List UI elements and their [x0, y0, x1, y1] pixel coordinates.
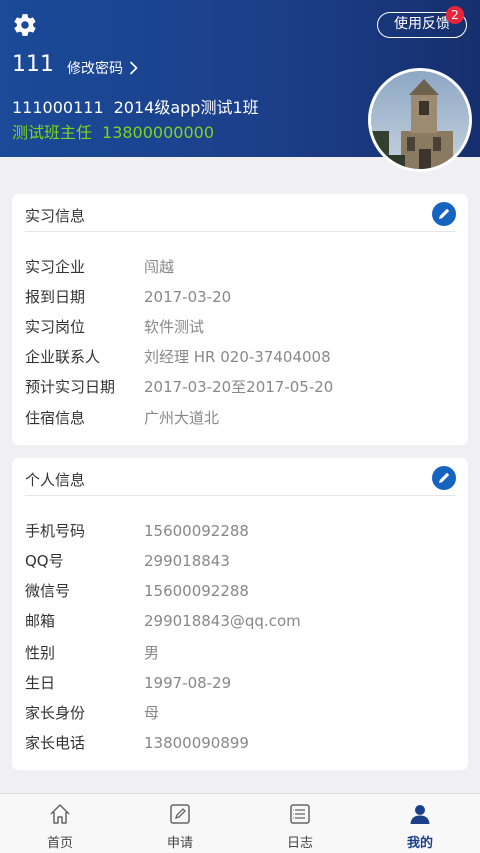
row-label: 实习企业 [25, 258, 86, 276]
edit-internship-button[interactable] [432, 202, 456, 226]
edit-personal-button[interactable] [432, 466, 456, 490]
card-title: 个人信息 [25, 471, 86, 489]
internship-info-card: 实习信息 实习企业 闯越 报到日期 2017-03-20 实习岗位 软件测试 企… [12, 194, 468, 445]
profile-header: 使用反馈 2 111 修改密码 111000111 2014级app测试1班 测试… [0, 0, 480, 172]
row-label: 手机号码 [25, 522, 86, 540]
row-value: 2017-03-20至2017-05-20 [144, 378, 334, 396]
card-title: 实习信息 [25, 207, 86, 225]
home-icon [50, 804, 70, 824]
row-value: 1997-08-29 [144, 674, 232, 692]
chevron-right-icon [129, 61, 138, 75]
row-value: 男 [144, 644, 160, 662]
teacher-phone: 13800000000 [102, 123, 214, 142]
row-label: 邮箱 [25, 612, 56, 630]
row-value: 广州大道北 [144, 409, 220, 427]
tab-label: 申请 [166, 836, 193, 851]
tab-label: 日志 [286, 836, 313, 851]
bottom-tab-bar: 首页 申请 日志 我的 [0, 793, 480, 853]
edit-doc-icon [170, 804, 190, 824]
teacher-info: 测试班主任 13800000000 [12, 119, 224, 143]
row-label: 家长电话 [25, 734, 86, 752]
class-info: 111000111 2014级app测试1班 [12, 94, 269, 118]
username: 111 [12, 52, 54, 77]
row-value: 299018843 [144, 552, 230, 570]
tab-log[interactable]: 日志 [240, 794, 360, 853]
pencil-icon [439, 208, 450, 219]
divider [25, 231, 455, 232]
tab-mine[interactable]: 我的 [360, 794, 480, 853]
row-value: 299018843@qq.com [144, 612, 301, 630]
row-value: 母 [144, 704, 160, 722]
class-name: 2014级app测试1班 [113, 98, 259, 117]
teacher-title: 测试班主任 [12, 123, 93, 142]
row-value: 15600092288 [144, 522, 249, 540]
row-label: 预计实习日期 [25, 378, 116, 396]
divider [25, 495, 455, 496]
avatar-photo [371, 71, 469, 169]
user-icon [410, 805, 430, 824]
row-value: 闯越 [144, 258, 175, 276]
row-value: 软件测试 [144, 318, 205, 336]
row-label: 实习岗位 [25, 318, 86, 336]
tab-home[interactable]: 首页 [0, 794, 120, 853]
row-label: 报到日期 [25, 288, 86, 306]
row-value: 15600092288 [144, 582, 249, 600]
row-label: 住宿信息 [25, 409, 86, 427]
student-id: 111000111 [12, 98, 104, 117]
row-label: 家长身份 [25, 704, 86, 722]
tab-label: 我的 [406, 836, 433, 851]
row-value: 13800090899 [144, 734, 249, 752]
row-label: 企业联系人 [25, 348, 101, 366]
change-password-link[interactable]: 修改密码 [67, 58, 138, 78]
tab-apply[interactable]: 申请 [120, 794, 240, 853]
row-label: 微信号 [25, 582, 71, 600]
row-value: 2017-03-20 [144, 288, 232, 306]
gear-icon[interactable] [12, 12, 38, 38]
tab-label: 首页 [46, 836, 73, 851]
row-label: QQ号 [25, 552, 64, 570]
log-icon [290, 804, 310, 824]
row-label: 性别 [25, 644, 56, 662]
avatar[interactable] [368, 68, 472, 172]
row-value: 刘经理 HR 020-37404008 [144, 348, 331, 366]
pencil-icon [439, 472, 450, 483]
change-password-label: 修改密码 [67, 61, 123, 77]
row-label: 生日 [25, 674, 56, 692]
personal-info-card: 个人信息 手机号码 15600092288 QQ号 299018843 微信号 … [12, 458, 468, 770]
notification-badge: 2 [446, 6, 464, 24]
